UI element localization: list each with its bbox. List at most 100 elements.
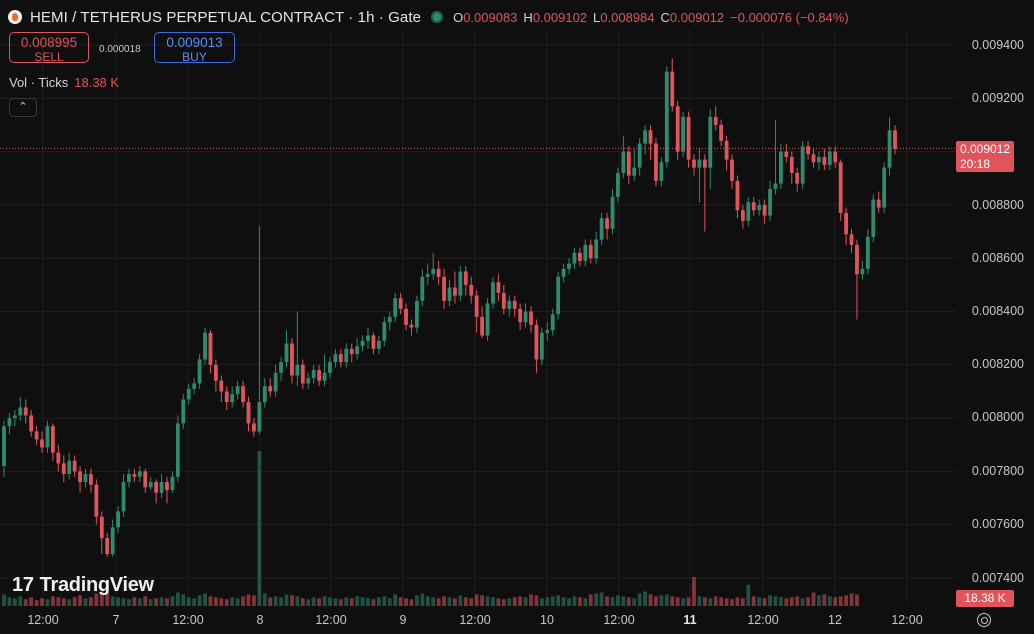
volume-bar [545, 597, 550, 606]
volume-bar [708, 598, 713, 606]
volume-bar [844, 595, 849, 606]
candle-body [328, 362, 332, 373]
volume-bar [159, 597, 164, 606]
volume-bar [355, 596, 360, 606]
candle-body [811, 154, 816, 163]
volume-bar [387, 598, 392, 606]
candle-body [474, 295, 479, 317]
candle-body [773, 183, 778, 189]
market-status-icon [431, 11, 444, 23]
candle-body [349, 348, 354, 355]
volume-bar [219, 598, 224, 606]
buy-label: BUY [182, 50, 207, 64]
volume-bar [567, 598, 571, 606]
candle-body [366, 335, 370, 341]
volume-bar [45, 599, 50, 606]
volume-bar [692, 576, 696, 606]
volume-bar [762, 598, 767, 606]
volume-bar [333, 598, 338, 606]
candle-body [626, 151, 631, 176]
candle-body [534, 324, 539, 360]
volume-bar [273, 596, 278, 606]
candle-body [621, 151, 626, 173]
buy-button[interactable]: 0.009013 BUY [154, 32, 235, 64]
candle-body [567, 263, 571, 269]
sell-button[interactable]: 0.008995 SELL [9, 32, 89, 64]
volume-bar [268, 597, 273, 606]
volume-bar [784, 598, 789, 606]
candle-body [56, 452, 61, 464]
candle-body [610, 196, 615, 229]
volume-legend-value: 18.38 K [74, 75, 120, 90]
candle-body [865, 236, 870, 269]
chevron-up-icon[interactable]: ⌃ [9, 98, 37, 117]
volume-bar [376, 597, 381, 606]
volume-bar [485, 596, 490, 606]
volume-bar [192, 598, 197, 606]
candle-body [376, 340, 381, 349]
candle-body [762, 204, 767, 216]
time-axis-label: 12:00 [27, 613, 59, 627]
time-axis-label: 12:00 [603, 613, 635, 627]
symbol-title[interactable]: HEMI / TETHERUS PERPETUAL CONTRACT · 1h … [30, 9, 421, 26]
ohlc-readout: O0.009083 H0.009102 L0.008984 C0.009012 … [453, 10, 849, 25]
candle-body [697, 159, 702, 168]
candle-body [12, 415, 17, 419]
volume-bar [18, 596, 23, 606]
candle-body [523, 311, 528, 323]
volume-bar [409, 599, 414, 606]
candle-body [616, 172, 620, 197]
volume-bar [621, 596, 626, 606]
gear-icon[interactable] [977, 613, 991, 627]
candle-body [116, 511, 120, 528]
volume-bar [338, 599, 343, 606]
time-axis-label: 7 [112, 613, 120, 627]
candle-body [322, 372, 327, 381]
candle-body [442, 276, 446, 301]
candle-body [23, 407, 28, 416]
candle-body [94, 484, 99, 517]
candle-body [78, 471, 82, 483]
candle-body [675, 106, 680, 152]
candle-body [556, 276, 561, 315]
candle-body [7, 418, 12, 427]
price-axis-label: 0.007400 [971, 571, 1024, 585]
candlestick-chart[interactable] [0, 0, 1034, 634]
candle-body [382, 322, 387, 341]
candle-body [192, 383, 197, 389]
hemi-logo-icon [8, 10, 22, 24]
price-axis-label: 0.008000 [971, 410, 1024, 424]
volume-bar [40, 598, 44, 606]
candle-body [203, 332, 207, 360]
volume-bar [588, 594, 593, 606]
candle-body [393, 298, 398, 317]
candle-body [181, 399, 186, 424]
chart-header: HEMI / TETHERUS PERPETUAL CONTRACT · 1h … [8, 6, 849, 28]
tradingview-logo[interactable]: 17 TradingView [12, 574, 154, 597]
candle-body [501, 292, 506, 309]
volume-bar [616, 595, 620, 606]
volume-bar [518, 596, 523, 606]
candle-body [29, 415, 34, 432]
volume-bar [833, 597, 838, 606]
candle-body [143, 471, 148, 488]
volume-legend[interactable]: Vol · Ticks 18.38 K [9, 75, 119, 90]
candle-body [779, 151, 783, 184]
candle-body [539, 332, 544, 360]
candle-body [784, 151, 789, 157]
candle-body [208, 332, 213, 365]
volume-bar [67, 599, 72, 606]
volume-bar [550, 596, 555, 606]
volume-bar [442, 596, 446, 606]
candle-body [893, 130, 897, 149]
candle-body [496, 282, 501, 293]
candle-body [295, 364, 300, 376]
volume-bar [768, 595, 772, 606]
volume-bar [306, 599, 311, 606]
volume-bar [61, 598, 66, 606]
volume-bar [539, 598, 544, 606]
volume-bar [529, 594, 533, 606]
candle-body [279, 362, 283, 373]
time-axis-label: 12:00 [459, 613, 491, 627]
candle-body [224, 391, 229, 403]
